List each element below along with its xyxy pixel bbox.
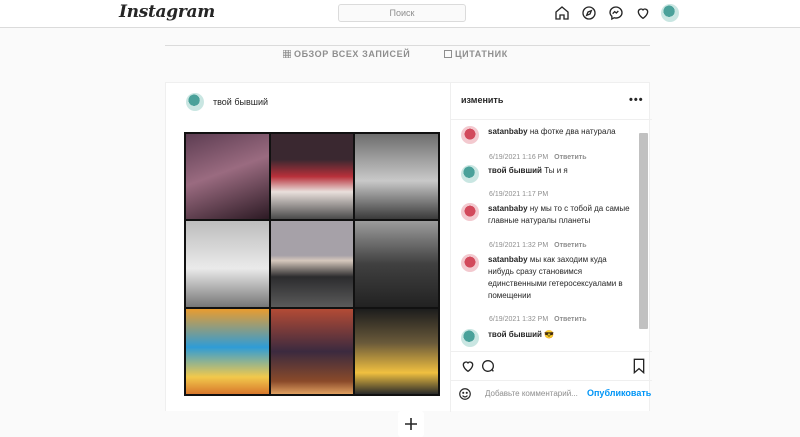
comment-body: на фотке два натурала [529,127,616,136]
top-navbar: Instagram Поиск [0,0,800,28]
reply-button[interactable]: Ответить [554,316,586,323]
emoji-icon[interactable] [458,387,472,406]
comment-text: satanbaby мы как заходим куда нибудь сра… [488,254,633,302]
author-name[interactable]: твой бывший [213,97,268,107]
tab-quotes-label: ЦИТАТНИК [455,49,508,59]
comment-time: 6/19/2021 1:16 PM [489,154,549,161]
comments-panel: изменить ••• satanbaby на фотке два нату… [450,83,652,412]
commenter-avatar[interactable] [461,203,479,221]
tab-all-posts[interactable]: ОБЗОР ВСЕХ ЗАПИСЕЙ [283,49,410,59]
comment-meta: 6/19/2021 1:17 PM [489,191,548,198]
tabs-divider [165,45,650,46]
collage-photo [270,308,354,394]
comment-time: 6/19/2021 1:32 PM [489,316,549,323]
search-placeholder: Поиск [389,8,415,18]
comments-list[interactable]: satanbaby на фотке два натурала 6/19/202… [451,120,652,350]
post-media-column: твой бывший [166,83,450,437]
quote-icon [444,50,452,58]
comment-meta: 6/19/2021 1:32 PM Ответить [489,316,587,323]
comment-text: твой бывший 😎 [488,329,554,347]
messenger-icon[interactable] [607,4,625,22]
grid-icon [283,50,291,58]
add-comment-bar: Добавьте комментарий... Опубликовать [451,380,652,406]
collage-photo [186,308,269,394]
collage-photo [355,134,438,220]
avatar [661,4,679,22]
comment-username[interactable]: satanbaby [488,204,528,213]
commenter-avatar[interactable] [461,126,479,144]
add-button[interactable] [398,411,424,437]
collage-photo [355,221,438,307]
comment-body: 😎 [544,330,555,339]
tab-quotes[interactable]: ЦИТАТНИК [444,49,508,59]
comment-text: satanbaby на фотке два натурала [488,126,616,144]
tab-all-posts-label: ОБЗОР ВСЕХ ЗАПИСЕЙ [294,49,411,59]
comment-item: satanbaby на фотке два натурала [461,126,633,144]
collage-photo [270,134,354,220]
comment-item: satanbaby мы как заходим куда нибудь сра… [461,254,633,302]
comment-item: satanbaby ну мы то с тобой да самые глав… [461,203,633,227]
like-heart-icon[interactable] [460,358,476,379]
comment-username[interactable]: satanbaby [488,255,528,264]
comment-meta: 6/19/2021 1:16 PM Ответить [489,154,587,161]
home-icon[interactable] [553,4,571,22]
search-input[interactable]: Поиск [338,4,466,22]
collage-photo [270,221,354,307]
plus-icon [405,418,417,430]
explore-icon[interactable] [580,4,598,22]
comment-text: satanbaby ну мы то с тобой да самые глав… [488,203,633,227]
post-photo-collage [184,132,440,437]
add-comment-input[interactable]: Добавьте комментарий... [485,389,578,398]
collage-photo [355,308,438,394]
comment-meta: 6/19/2021 1:32 PM Ответить [489,242,587,249]
comment-text: твой бывший Ты и я [488,165,568,183]
edit-link[interactable]: изменить [461,95,503,105]
reply-button[interactable]: Ответить [554,154,586,161]
instagram-logo[interactable]: Instagram [119,2,215,22]
nav-icons [553,4,679,22]
reply-button[interactable]: Ответить [554,242,586,249]
comment-icon[interactable] [480,358,496,379]
comment-time: 6/19/2021 1:17 PM [489,191,549,198]
author-avatar[interactable] [186,93,204,111]
comment-time: 6/19/2021 1:32 PM [489,242,549,249]
post-actions [451,351,652,376]
commenter-avatar[interactable] [461,329,479,347]
commenter-avatar[interactable] [461,165,479,183]
publish-button[interactable]: Опубликовать [587,388,651,398]
commenter-avatar[interactable] [461,254,479,272]
comment-item: твой бывший Ты и я [461,165,633,183]
comment-item: твой бывший 😎 [461,329,633,347]
bookmark-icon[interactable] [632,358,646,379]
post-author[interactable]: твой бывший [186,93,268,111]
comment-username[interactable]: твой бывший [488,330,542,339]
collage-photo [186,221,269,307]
more-options-icon[interactable]: ••• [629,94,644,106]
heart-icon[interactable] [634,4,652,22]
post-card: твой бывший изменить ••• satanbaby на фо… [165,82,652,437]
profile-avatar[interactable] [661,4,679,22]
comment-username[interactable]: твой бывший [488,166,542,175]
comment-username[interactable]: satanbaby [488,127,528,136]
collage-photo [186,134,269,220]
comments-scrollbar[interactable] [639,133,648,329]
comment-body: Ты и я [544,166,568,175]
